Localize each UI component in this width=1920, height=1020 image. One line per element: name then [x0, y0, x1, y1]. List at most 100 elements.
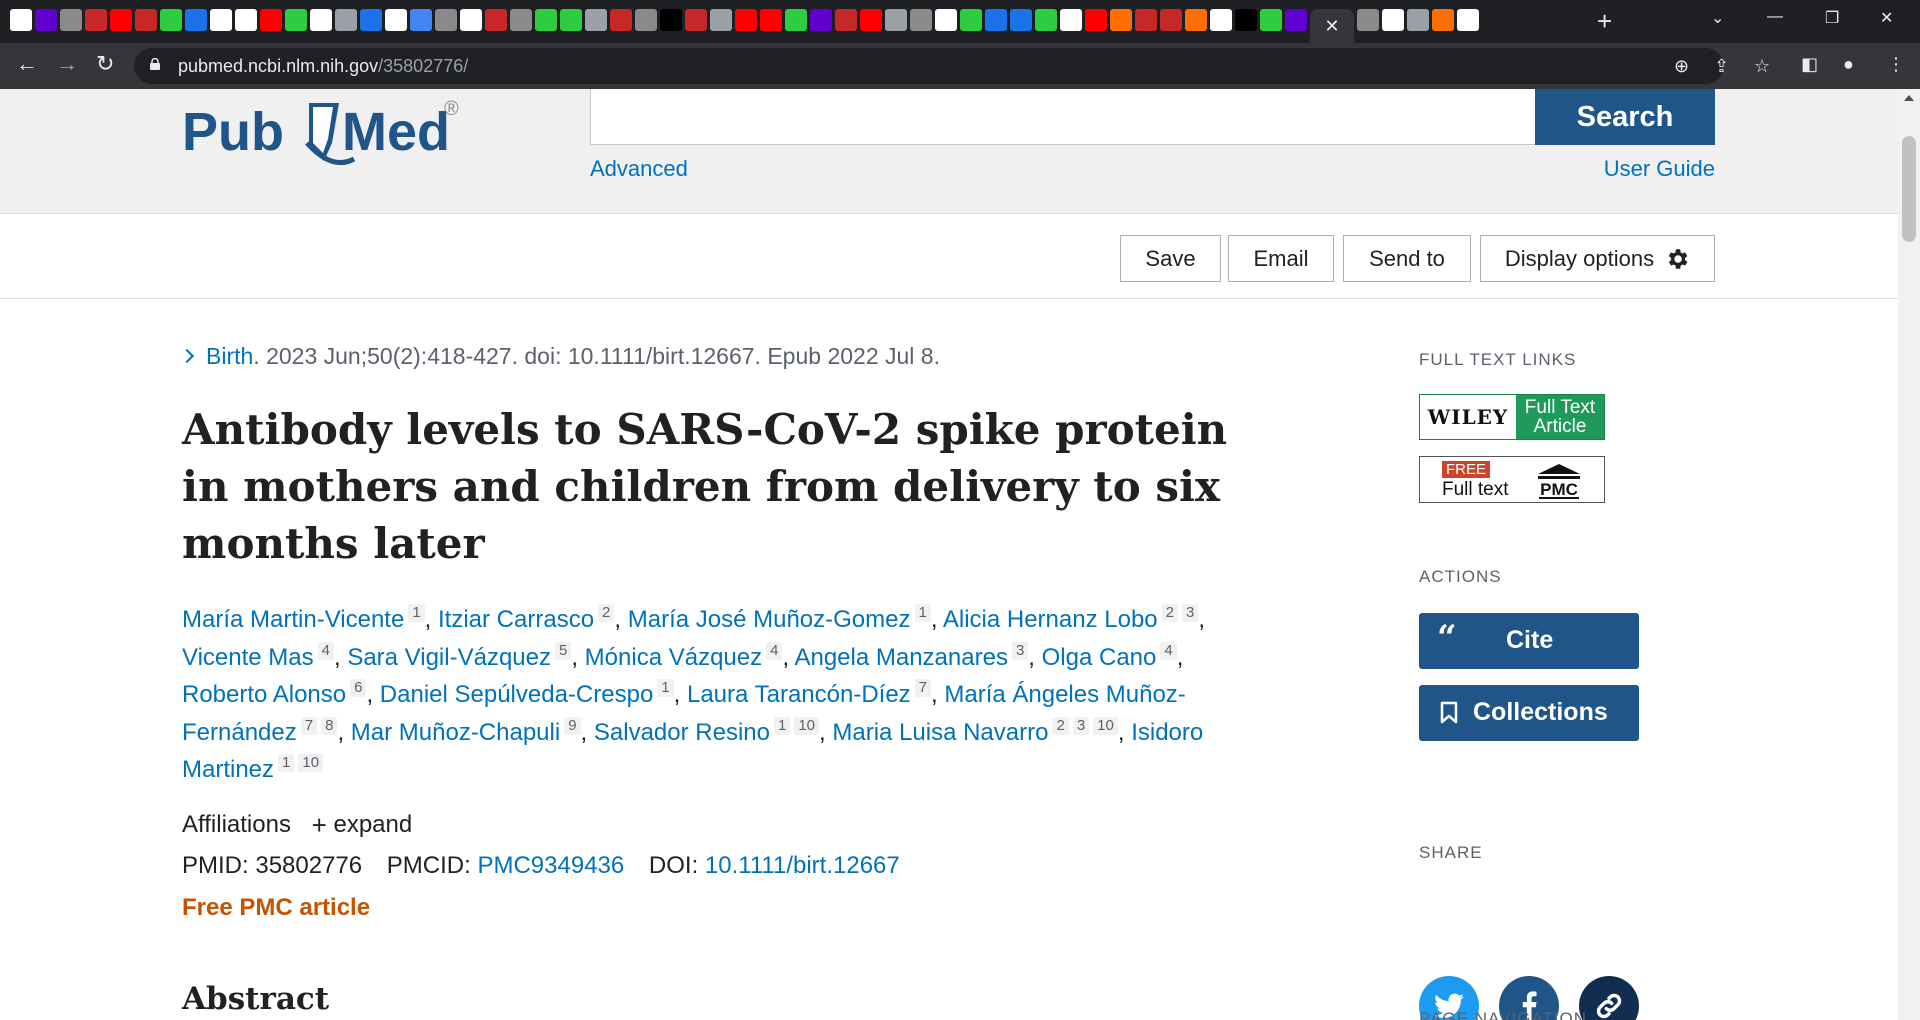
affiliation-ref[interactable]: 7: [914, 679, 932, 697]
affiliation-ref[interactable]: 1: [914, 604, 931, 622]
tab-favicon-icon[interactable]: [1085, 9, 1107, 31]
tab-favicon-icon[interactable]: [1382, 9, 1404, 31]
scroll-up-arrow-icon[interactable]: [1904, 95, 1914, 101]
author-link[interactable]: Vicente Mas: [182, 644, 314, 671]
restore-icon[interactable]: ❐: [1825, 8, 1839, 28]
affiliation-ref[interactable]: 9: [564, 716, 581, 735]
tab-favicon-icon[interactable]: [360, 9, 382, 31]
forward-icon[interactable]: →: [56, 53, 78, 75]
collections-button[interactable]: Collections: [1419, 685, 1639, 741]
active-tab-close-icon[interactable]: ✕: [1310, 9, 1354, 43]
tab-favicon-icon[interactable]: [635, 9, 657, 31]
tab-favicon-icon[interactable]: [510, 9, 532, 31]
tab-favicon-icon[interactable]: [960, 9, 982, 31]
affiliation-ref[interactable]: 1: [278, 754, 295, 772]
tab-favicon-icon[interactable]: [310, 9, 332, 31]
scrollbar-thumb[interactable]: [1902, 136, 1916, 242]
tab-favicon-icon[interactable]: [585, 9, 607, 31]
affiliation-ref[interactable]: 3: [1011, 641, 1029, 660]
affiliation-ref[interactable]: 6: [350, 679, 367, 697]
search-button[interactable]: Search: [1535, 89, 1715, 145]
tab-favicon-icon[interactable]: [610, 9, 632, 31]
tab-favicon-icon[interactable]: [485, 9, 507, 31]
profile-icon[interactable]: ●: [1843, 54, 1854, 75]
chevron-right-icon[interactable]: [179, 348, 195, 364]
affiliation-ref[interactable]: 1: [774, 716, 791, 735]
tab-favicon-icon[interactable]: [660, 9, 682, 31]
author-link[interactable]: Daniel Sepúlveda-Crespo: [380, 681, 654, 708]
affiliation-ref[interactable]: 1: [657, 679, 674, 697]
bookmark-star-icon[interactable]: ☆: [1754, 56, 1770, 77]
author-link[interactable]: Angela Manzanares: [794, 644, 1007, 671]
tab-favicon-icon[interactable]: [810, 9, 832, 31]
tab-favicon-icon[interactable]: [1135, 9, 1157, 31]
zoom-icon[interactable]: ⊕: [1674, 56, 1689, 77]
affiliation-ref[interactable]: 7: [300, 716, 318, 735]
reload-icon[interactable]: ↻: [96, 53, 114, 75]
tab-favicon-icon[interactable]: [10, 9, 32, 31]
affiliation-ref[interactable]: 3: [1182, 604, 1199, 622]
pubmed-logo[interactable]: Pub Med ®: [182, 93, 472, 173]
menu-icon[interactable]: ⋮: [1887, 54, 1905, 75]
tab-favicon-icon[interactable]: [1210, 9, 1232, 31]
tab-favicon-icon[interactable]: [735, 9, 757, 31]
tab-favicon-icon[interactable]: [535, 9, 557, 31]
affiliation-ref[interactable]: 2: [1161, 604, 1178, 622]
author-link[interactable]: Alicia Hernanz Lobo: [943, 606, 1158, 633]
tab-favicon-icon[interactable]: [1235, 9, 1257, 31]
tab-favicon-icon[interactable]: [110, 9, 132, 31]
tab-favicon-icon[interactable]: [460, 9, 482, 31]
lock-icon[interactable]: [150, 58, 160, 70]
affiliation-ref[interactable]: 5: [554, 641, 572, 660]
doi-link[interactable]: 10.1111/birt.12667: [705, 852, 900, 879]
send-to-button[interactable]: Send to: [1343, 235, 1471, 282]
affiliations-expand-toggle[interactable]: + expand: [312, 811, 413, 838]
tab-favicon-icon[interactable]: [160, 9, 182, 31]
tab-favicon-icon[interactable]: [860, 9, 882, 31]
tab-favicon-icon[interactable]: [85, 9, 107, 31]
author-link[interactable]: Olga Cano: [1042, 644, 1157, 671]
affiliation-ref[interactable]: 1: [408, 604, 425, 622]
affiliation-ref[interactable]: 2: [1052, 716, 1069, 735]
tab-favicon-icon[interactable]: [685, 9, 707, 31]
tab-favicon-icon[interactable]: [1285, 9, 1307, 31]
search-input[interactable]: [590, 89, 1535, 145]
tab-favicon-icon[interactable]: [1260, 9, 1282, 31]
tab-favicon-icon[interactable]: [435, 9, 457, 31]
share-page-icon[interactable]: ⇪: [1714, 56, 1729, 77]
author-link[interactable]: María José Muñoz-Gomez: [628, 606, 911, 633]
tab-favicon-icon[interactable]: [410, 9, 432, 31]
affiliation-ref[interactable]: 10: [794, 716, 820, 735]
affiliation-ref[interactable]: 4: [1160, 641, 1177, 660]
affiliation-ref[interactable]: 4: [766, 641, 783, 660]
author-link[interactable]: Roberto Alonso: [182, 681, 346, 708]
tab-favicon-icon[interactable]: [910, 9, 932, 31]
tab-favicon-icon[interactable]: [1185, 9, 1207, 31]
affiliation-ref[interactable]: 10: [1093, 716, 1118, 735]
affiliation-ref[interactable]: 2: [598, 604, 615, 622]
tab-favicon-icon[interactable]: [1457, 9, 1479, 31]
author-link[interactable]: Mónica Vázquez: [585, 644, 762, 671]
advanced-search-link[interactable]: Advanced: [590, 156, 688, 182]
tab-favicon-icon[interactable]: [1060, 9, 1082, 31]
tab-favicon-icon[interactable]: [710, 9, 732, 31]
tab-favicon-icon[interactable]: [135, 9, 157, 31]
author-link[interactable]: Itziar Carrasco: [438, 606, 594, 633]
tab-favicon-icon[interactable]: [760, 9, 782, 31]
tab-favicon-icon[interactable]: [335, 9, 357, 31]
author-link[interactable]: Salvador Resino: [594, 719, 770, 746]
tab-search-icon[interactable]: ⌄: [1711, 8, 1724, 28]
tab-favicon-icon[interactable]: [985, 9, 1007, 31]
address-bar[interactable]: pubmed.ncbi.nlm.nih.gov/35802776/ ⊕ ⇪ ☆: [134, 48, 1770, 84]
affiliation-ref[interactable]: 10: [298, 754, 324, 772]
tab-favicon-icon[interactable]: [260, 9, 282, 31]
side-panel-icon[interactable]: ◧: [1801, 54, 1818, 75]
tab-favicon-icon[interactable]: [1407, 9, 1429, 31]
save-button[interactable]: Save: [1120, 235, 1221, 282]
close-window-icon[interactable]: ✕: [1880, 8, 1893, 28]
wiley-full-text-link[interactable]: WILEY Full Text Article: [1419, 394, 1605, 440]
tab-favicon-icon[interactable]: [185, 9, 207, 31]
journal-link[interactable]: Birth.: [206, 343, 260, 369]
tab-favicon-icon[interactable]: [885, 9, 907, 31]
back-icon[interactable]: ←: [16, 53, 38, 75]
